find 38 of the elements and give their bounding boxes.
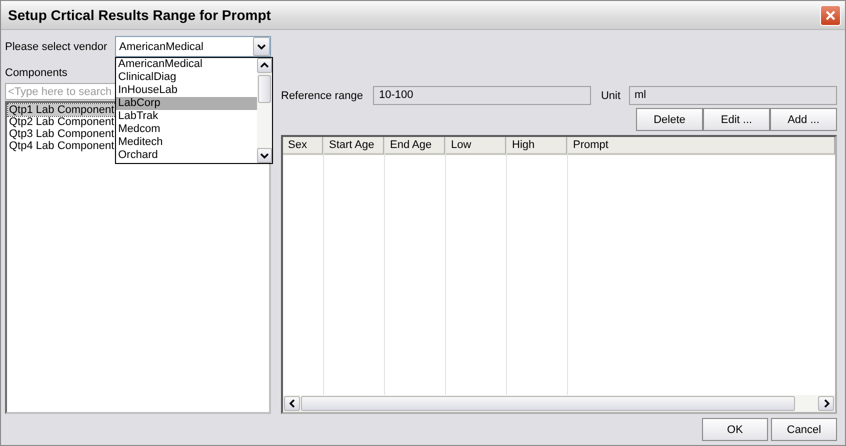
scrollbar[interactable] xyxy=(283,395,835,412)
dropdown-option[interactable]: Medcom xyxy=(116,123,258,136)
reference-range-field[interactable]: 10-100 xyxy=(372,86,591,105)
dropdown-option[interactable]: InHouseLab xyxy=(116,84,258,97)
column-header[interactable]: Prompt xyxy=(568,137,835,155)
dropdown-option[interactable]: ClinicalDiag xyxy=(116,71,258,84)
dialog-button[interactable]: OK xyxy=(702,418,768,441)
scroll-down-button[interactable] xyxy=(257,148,272,163)
vendor-label: Please select vendor xyxy=(5,40,108,52)
dropdown-option[interactable]: LabTrak xyxy=(116,110,258,123)
table-button[interactable]: Delete xyxy=(636,108,703,131)
scroll-up-button[interactable] xyxy=(257,58,272,73)
close-button[interactable] xyxy=(820,4,841,26)
dropdown-option[interactable]: AmericanMedical xyxy=(116,58,258,71)
scrollbar[interactable] xyxy=(257,58,272,163)
close-icon xyxy=(825,10,836,20)
dropdown-button[interactable] xyxy=(253,37,270,56)
dropdown-option[interactable]: Orchard xyxy=(116,149,258,162)
unit-label: Unit xyxy=(600,90,621,102)
components-label: Components xyxy=(5,67,68,79)
dialog-button[interactable]: Cancel xyxy=(771,418,837,441)
table-button[interactable]: Add ... xyxy=(770,108,837,131)
column-header[interactable]: Sex xyxy=(283,137,323,155)
column-header[interactable]: Low xyxy=(446,137,506,155)
dropdown-option[interactable]: Meditech xyxy=(116,136,258,149)
scroll-right-button[interactable] xyxy=(818,396,834,411)
scroll-thumb[interactable] xyxy=(258,75,272,103)
reference-range-label: Reference range xyxy=(281,90,363,102)
scroll-left-button[interactable] xyxy=(284,396,300,411)
unit-field[interactable]: ml xyxy=(628,86,837,105)
column-header[interactable]: End Age xyxy=(385,137,445,155)
caret-icon xyxy=(257,42,266,51)
dropdown-option[interactable]: LabCorp xyxy=(116,97,258,110)
column-header[interactable]: High xyxy=(507,137,567,155)
table-button[interactable]: Edit ... xyxy=(703,108,770,131)
scroll-thumb[interactable] xyxy=(301,396,795,411)
column-header[interactable]: Start Age xyxy=(324,137,384,155)
window-title: Setup Crtical Results Range for Prompt xyxy=(8,7,271,23)
